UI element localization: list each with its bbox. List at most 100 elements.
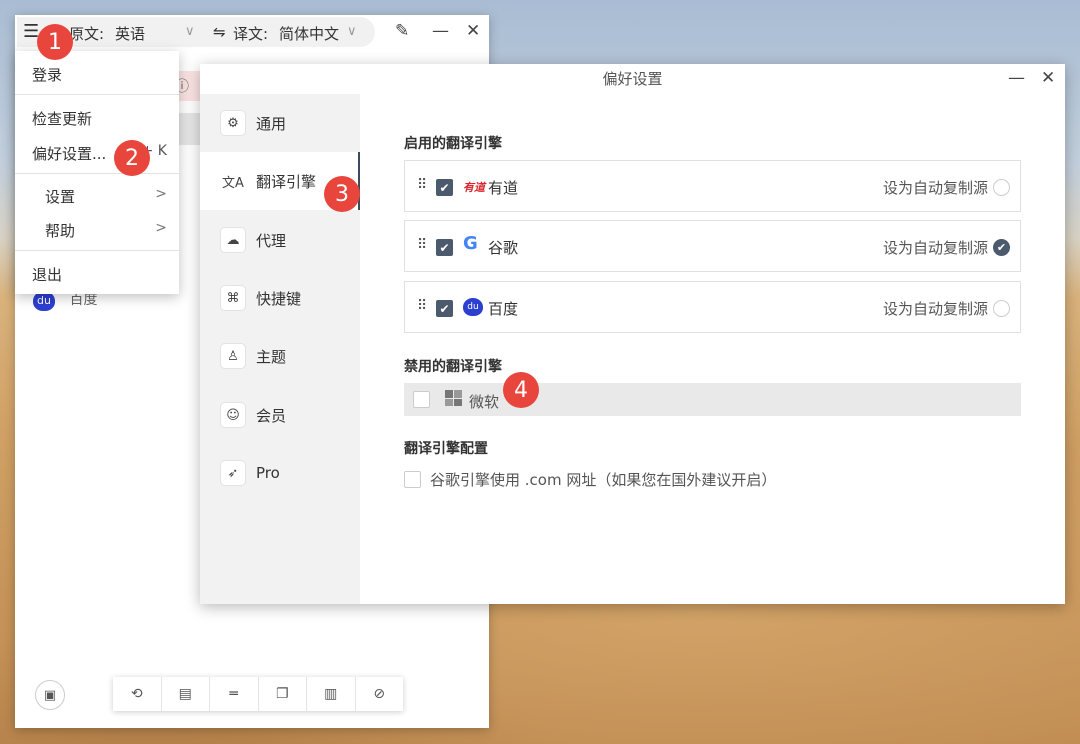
menu-item-preferences-label: 偏好设置... [15,145,106,163]
engine-row-microsoft: 微软 [404,383,1021,416]
cloud-upload-icon: ☁ [220,227,246,253]
rocket-icon: ➶ [220,460,246,486]
paste-button[interactable]: ▥ [307,677,356,711]
title-bar: ☰ 原文: 英语 ∨ ⇋ 译文: 简体中文 ∨ ✎ — ✕ [15,15,489,51]
source-language[interactable]: 英语 [115,23,145,44]
pin-icon[interactable]: ✎ [395,21,409,41]
minimize-button[interactable]: — [432,21,449,41]
align-icon: ═ [230,686,238,702]
engine-name: 微软 [469,391,499,412]
source-label: 原文: [69,23,104,44]
sidebar-item-theme[interactable]: ♙ 主题 [200,327,360,385]
menu-item-help-label: 帮助 [45,222,75,240]
shirt-icon: ♙ [220,343,246,369]
chevron-right-icon: > [155,220,167,236]
engine-checkbox[interactable] [413,391,430,408]
minimize-button[interactable]: — [1008,68,1025,88]
command-icon: ⌘ [220,285,246,311]
menu-item-help[interactable]: 帮助 > [15,220,179,241]
baidu-label: 百度 [69,292,97,308]
baidu-logo-icon: du [463,298,483,316]
chevron-down-icon[interactable]: ∨ [185,24,195,39]
menu-divider [15,250,179,251]
drag-handle-icon[interactable]: ⠿ [417,237,426,253]
menu-divider [15,173,179,174]
sidebar-label: 会员 [256,405,286,426]
document-icon: ▥ [324,686,337,702]
close-button[interactable]: ✕ [1041,68,1055,88]
engine-checkbox[interactable]: ✔ [436,300,453,317]
gear-icon: ⚙ [220,110,246,136]
sidebar-item-pro[interactable]: ➶ Pro [200,444,360,502]
sidebar-item-membership[interactable]: ☺ 会员 [200,386,360,444]
drag-handle-icon[interactable]: ⠿ [417,177,426,193]
sidebar-item-proxy[interactable]: ☁ 代理 [200,211,360,269]
auto-copy-label: 设为自动复制源 [883,298,988,319]
chevron-right-icon: > [155,186,167,202]
chevron-down-icon[interactable]: ∨ [347,24,357,39]
preferences-window: 偏好设置 — ✕ ⚙ 通用 文A 翻译引擎 ☁ 代理 ⌘ 快捷键 ♙ 主题 ☺ … [200,64,1065,604]
step-marker: 2 [114,140,150,176]
engine-checkbox[interactable]: ✔ [436,179,453,196]
screenshot-translate-button[interactable]: ▣ [35,680,65,710]
repeat-icon: ⟲ [131,686,143,702]
step-marker: 3 [324,176,360,212]
clipboard-button[interactable]: ▤ [162,677,211,711]
sidebar-label: Pro [256,464,280,482]
engine-config-heading: 翻译引擎配置 [404,438,488,458]
copy-button[interactable]: ❐ [259,677,308,711]
bottom-toolbar: ⟲ ▤ ═ ❐ ▥ ⊘ [113,677,403,711]
preferences-title: 偏好设置 [200,64,1065,94]
preferences-sidebar: ⚙ 通用 文A 翻译引擎 ☁ 代理 ⌘ 快捷键 ♙ 主题 ☺ 会员 ➶ Pro [200,94,360,604]
engine-checkbox[interactable]: ✔ [436,239,453,256]
menu-item-settings[interactable]: 设置 > [15,186,179,207]
translate-icon: 文A [220,168,246,194]
drag-handle-icon[interactable]: ⠿ [417,298,426,314]
engine-row-youdao: ⠿ ✔ 有道 有道 设为自动复制源 [404,160,1021,212]
baidu-logo-icon: du [33,291,55,311]
step-marker: 1 [37,24,73,60]
engine-name: 谷歌 [488,237,518,258]
menu-item-check-update[interactable]: 检查更新 [15,108,179,129]
option-label: 谷歌引擎使用 .com 网址（如果您在国外建议开启） [430,469,776,490]
step-marker: 4 [503,372,539,408]
sidebar-item-shortcuts[interactable]: ⌘ 快捷键 [200,269,360,327]
hide-button[interactable]: ⊘ [356,677,404,711]
auto-copy-radio[interactable] [993,179,1010,196]
engine-name: 百度 [488,298,518,319]
sidebar-label: 通用 [256,113,286,134]
enabled-engines-heading: 启用的翻译引擎 [404,133,502,153]
sidebar-label: 主题 [256,346,286,367]
target-language[interactable]: 简体中文 [279,23,339,44]
user-icon: ☺ [220,402,246,428]
align-button[interactable]: ═ [210,677,259,711]
main-menu: 登录 检查更新 偏好设置... + K 设置 > 帮助 > 退出 [15,51,179,294]
sidebar-item-general[interactable]: ⚙ 通用 [200,94,360,152]
auto-copy-label: 设为自动复制源 [883,237,988,258]
clipboard-icon: ▤ [179,686,192,702]
auto-copy-radio-selected[interactable]: ✔ [993,239,1010,256]
image-icon: ▣ [44,688,56,703]
youdao-logo-icon: 有道 [463,179,485,195]
disabled-engines-heading: 禁用的翻译引擎 [404,356,502,376]
target-label: 译文: [233,23,268,44]
sidebar-label: 快捷键 [256,288,301,309]
menu-item-preferences[interactable]: 偏好设置... + K [15,143,179,164]
engine-row-baidu: ⠿ ✔ du 百度 设为自动复制源 [404,281,1021,333]
eye-off-icon: ⊘ [373,686,385,702]
auto-copy-radio[interactable] [993,300,1010,317]
sidebar-label: 代理 [256,230,286,251]
menu-item-quit[interactable]: 退出 [15,264,179,285]
auto-copy-label: 设为自动复制源 [883,177,988,198]
swap-icon[interactable]: ⇋ [213,23,226,41]
repeat-button[interactable]: ⟲ [113,677,162,711]
menu-divider [15,94,179,95]
google-logo-icon: G [463,233,478,254]
menu-item-settings-label: 设置 [45,188,75,206]
menu-item-login[interactable]: 登录 [15,64,179,85]
engine-name: 有道 [488,177,518,198]
engine-row-google: ⠿ ✔ G 谷歌 设为自动复制源 ✔ [404,220,1021,272]
close-button[interactable]: ✕ [466,21,480,41]
option-checkbox[interactable] [404,471,421,488]
microsoft-logo-icon [445,390,461,406]
